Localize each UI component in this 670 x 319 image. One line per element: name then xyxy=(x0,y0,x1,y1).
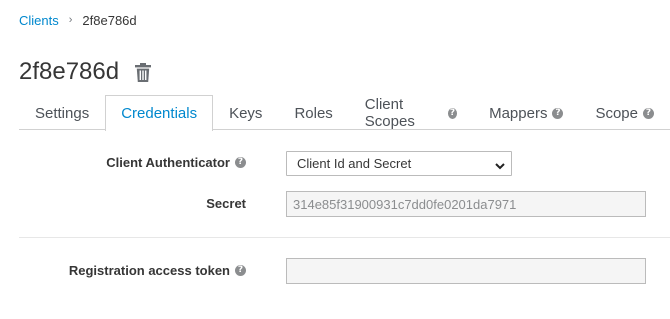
chevron-down-icon xyxy=(495,159,505,174)
secret-label: Secret xyxy=(206,196,246,211)
breadcrumb: Clients › 2f8e786d xyxy=(19,12,137,28)
tab-mappers[interactable]: Mappers? xyxy=(473,95,579,130)
question-circle-icon[interactable]: ? xyxy=(643,107,654,119)
tab-label: Keys xyxy=(229,104,263,122)
registration-token-label: Registration access token ? xyxy=(69,263,246,278)
tab-label: Mappers xyxy=(489,104,548,122)
tab-label: Settings xyxy=(35,104,90,122)
secret-label-text: Secret xyxy=(206,196,246,211)
breadcrumb-current: 2f8e786d xyxy=(82,12,137,28)
tab-settings[interactable]: Settings xyxy=(19,95,105,130)
tab-label: Credentials xyxy=(121,105,198,122)
tab-scope[interactable]: Scope? xyxy=(579,95,670,130)
tab-keys[interactable]: Keys xyxy=(213,95,278,130)
question-circle-icon[interactable]: ? xyxy=(447,107,458,119)
client-authenticator-label-text: Client Authenticator xyxy=(106,155,230,170)
tab-bar: Settings Credentials Keys Roles Client Scope… xyxy=(19,95,670,131)
registration-token-field[interactable] xyxy=(286,258,646,284)
secret-field[interactable]: 314e85f31900931c7dd0fe0201da7971 xyxy=(286,191,646,217)
tab-label: Roles xyxy=(294,104,333,122)
client-authenticator-value: Client Id and Secret xyxy=(297,156,412,171)
page-title: 2f8e786d xyxy=(19,58,120,85)
client-authenticator-label: Client Authenticator ? xyxy=(106,155,246,170)
question-circle-icon[interactable]: ? xyxy=(235,265,246,276)
client-authenticator-select[interactable]: Client Id and Secret xyxy=(286,151,512,176)
title-row: 2f8e786d xyxy=(19,56,151,88)
tab-client-scopes[interactable]: Client Scopes? xyxy=(349,95,473,130)
tab-label: Scope xyxy=(595,104,638,122)
trash-icon[interactable] xyxy=(134,62,151,82)
registration-token-label-text: Registration access token xyxy=(68,263,230,278)
question-circle-icon[interactable]: ? xyxy=(235,157,246,168)
breadcrumb-clients-link[interactable]: Clients xyxy=(19,13,59,28)
question-circle-icon[interactable]: ? xyxy=(552,107,564,119)
tab-label: Client Scopes xyxy=(364,96,415,130)
tab-credentials[interactable]: Credentials xyxy=(105,95,214,131)
section-divider xyxy=(19,237,670,238)
tab-roles[interactable]: Roles xyxy=(278,95,348,130)
breadcrumb-separator-icon: › xyxy=(68,14,73,26)
